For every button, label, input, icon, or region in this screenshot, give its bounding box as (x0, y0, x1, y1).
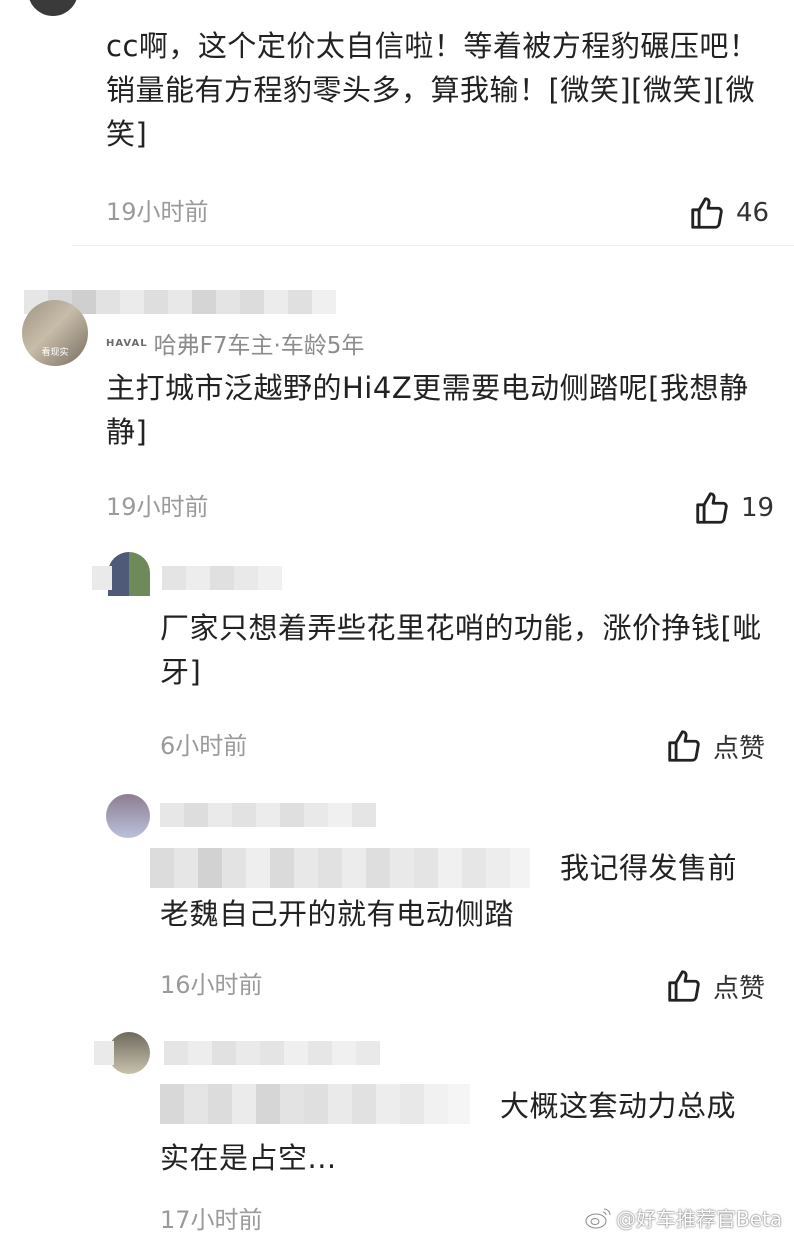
reply-time: 16小时前 (160, 971, 263, 999)
like-button[interactable]: 19 (693, 489, 774, 527)
reply-text-line1: 大概这套动力总成 (500, 1089, 737, 1123)
thumbs-up-icon (668, 970, 700, 1002)
like-count: 19 (741, 493, 775, 523)
thumbs-up-icon (691, 197, 723, 229)
redacted-mention (160, 1084, 470, 1124)
thumbs-up-icon (668, 730, 700, 762)
reply-text-line2: 老魏自己开的就有电动侧踏 (160, 897, 515, 931)
like-button[interactable]: 点赞 (665, 967, 765, 1005)
like-button[interactable]: 点赞 (665, 727, 765, 765)
redacted-mention (150, 848, 530, 888)
like-label: 点赞 (713, 733, 766, 764)
reply-time: 17小时前 (160, 1206, 263, 1234)
reply-text-line1: 我记得发售前 (560, 851, 738, 885)
avatar[interactable]: 看现实 (22, 300, 88, 366)
car-owner-tag: HAVAL 哈弗F7车主·车龄5年 (106, 333, 365, 359)
thumbs-up-icon (696, 492, 728, 524)
avatar[interactable] (28, 0, 78, 16)
comment-time: 19小时前 (106, 198, 209, 226)
haval-logo-icon: HAVAL (106, 337, 148, 349)
reply-time: 6小时前 (160, 732, 248, 760)
comment-time: 19小时前 (106, 493, 209, 521)
weibo-logo-icon (585, 1208, 611, 1228)
redacted-username (92, 566, 282, 590)
reply-text-line2: 实在是占空... (160, 1141, 337, 1175)
divider (72, 245, 794, 246)
redacted-username (94, 1041, 380, 1065)
like-label: 点赞 (713, 973, 766, 1004)
reply-text: 厂家只想着弄些花里花哨的功能，涨价挣钱[呲牙] (160, 611, 762, 689)
avatar-caption: 看现实 (41, 348, 69, 358)
like-count: 46 (736, 198, 770, 228)
like-button[interactable]: 46 (688, 194, 769, 232)
weibo-watermark: @好车推荐官Beta (584, 1203, 782, 1232)
avatar[interactable] (106, 794, 150, 838)
comment-text: 主打城市泛越野的Hi4Z更需要电动侧踏呢[我想静静] (106, 371, 749, 449)
comment-text: cc啊，这个定价太自信啦！等着被方程豹碾压吧！销量能有方程豹零头多，算我输！[微… (106, 29, 759, 151)
redacted-username (160, 803, 376, 827)
